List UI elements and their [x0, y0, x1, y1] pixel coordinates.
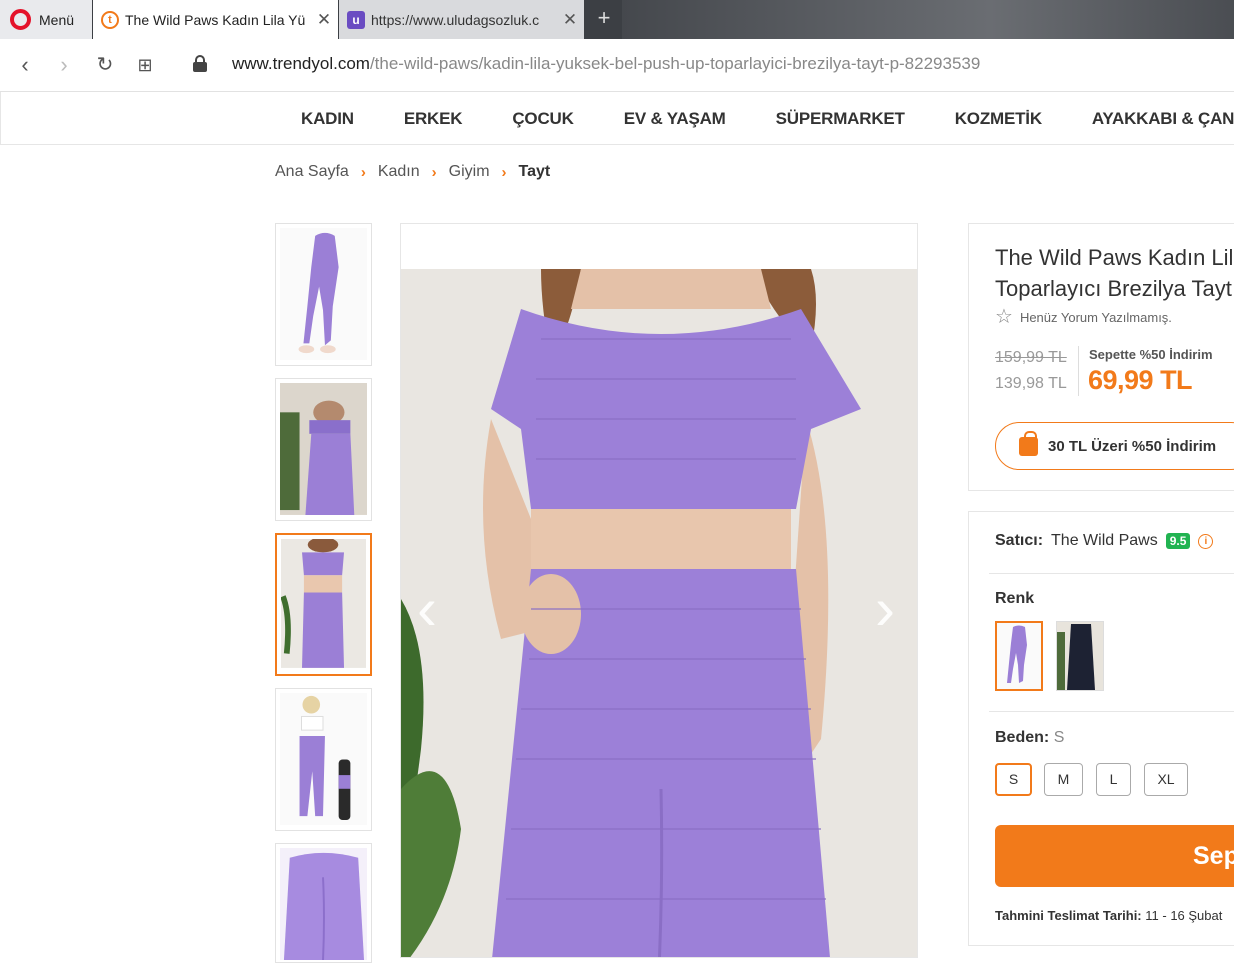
- chevron-right-icon: ›: [360, 163, 366, 181]
- product-thumbnail[interactable]: [275, 843, 372, 963]
- seller-info: Satıcı: The Wild Paws 9.5 i: [995, 532, 1214, 550]
- nav-item-erkek[interactable]: ERKEK: [404, 109, 463, 129]
- seller-score-badge: 9.5: [1165, 533, 1191, 549]
- nav-item-cocuk[interactable]: ÇOCUK: [512, 109, 574, 129]
- breadcrumb-giyim[interactable]: Giyim: [449, 163, 490, 181]
- breadcrumb-kadin[interactable]: Kadın: [378, 163, 420, 181]
- nav-item-supermarket[interactable]: SÜPERMARKET: [776, 109, 905, 129]
- add-to-cart-button[interactable]: Sepete Ekle: [995, 825, 1234, 887]
- previous-price: 139,98 TL: [995, 375, 1067, 392]
- tab-title: https://www.uludagsozluk.c: [371, 11, 540, 28]
- basket-discount-label: Sepette %50 İndirim: [1089, 347, 1213, 362]
- shopping-bag-icon: [1019, 430, 1038, 456]
- close-tab-icon[interactable]: ✕: [556, 10, 584, 30]
- size-option-l[interactable]: L: [1096, 763, 1131, 796]
- divider: [989, 711, 1234, 712]
- url-path: /the-wild-paws/kadin-lila-yuksek-bel-pus…: [369, 54, 981, 73]
- size-label: Beden: S: [995, 729, 1064, 747]
- delivery-date: 11 - 16 Şubat: [1145, 908, 1223, 923]
- color-option-image: [997, 623, 1041, 689]
- previous-image-arrow-icon[interactable]: ‹: [417, 579, 447, 649]
- main-product-image[interactable]: ‹ ›: [400, 223, 918, 958]
- seller-name[interactable]: The Wild Paws: [1051, 532, 1158, 550]
- close-tab-icon[interactable]: ✕: [310, 10, 338, 30]
- product-thumbnail-image: [280, 228, 367, 360]
- nav-item-kozmetik[interactable]: KOZMETİK: [955, 109, 1042, 129]
- divider: [989, 573, 1234, 574]
- color-option-image: [1057, 622, 1103, 690]
- price-divider: [1078, 346, 1079, 396]
- nav-item-kadin[interactable]: KADIN: [301, 109, 354, 129]
- original-price: 159,99 TL: [995, 349, 1067, 366]
- delivery-estimate: Tahmini Teslimat Tarihi: 11 - 16 Şubat: [995, 908, 1222, 923]
- delivery-label: Tahmini Teslimat Tarihi:: [995, 908, 1142, 923]
- color-label: Renk: [995, 590, 1035, 607]
- breadcrumb-tayt[interactable]: Tayt: [519, 163, 551, 181]
- nav-item-ayakkabi-canta[interactable]: AYAKKABI & ÇANTA: [1092, 109, 1234, 129]
- size-selected-value: S: [1053, 729, 1065, 746]
- size-label-text: Beden:: [995, 729, 1050, 746]
- product-thumbnail[interactable]: [275, 378, 372, 521]
- breadcrumb-home[interactable]: Ana Sayfa: [275, 163, 349, 181]
- nav-item-ev-yasam[interactable]: EV & YAŞAM: [624, 109, 726, 129]
- speed-dial-grid-icon[interactable]: ⊞: [131, 51, 159, 79]
- chevron-right-icon: ›: [501, 163, 507, 181]
- size-option-xl[interactable]: XL: [1144, 763, 1188, 796]
- url-field[interactable]: www.trendyol.com/the-wild-paws/kadin-lil…: [232, 54, 980, 74]
- chevron-right-icon: ›: [431, 163, 437, 181]
- final-price: 69,99 TL: [1088, 365, 1193, 395]
- product-thumbnail-image: [281, 539, 366, 668]
- product-thumbnail-image: [280, 693, 367, 825]
- browser-tab-trendyol[interactable]: t The Wild Paws Kadın Lila Yü ✕: [93, 0, 338, 39]
- browser-menu-label: Menü: [39, 11, 75, 28]
- breadcrumb: Ana Sayfa › Kadın › Giyim › Tayt: [275, 163, 550, 181]
- product-thumbnail[interactable]: [275, 223, 372, 366]
- reload-icon[interactable]: ↻: [91, 51, 119, 79]
- url-host: www.trendyol.com: [232, 54, 370, 73]
- size-option-m[interactable]: M: [1044, 763, 1083, 796]
- forward-arrow-icon[interactable]: ›: [50, 51, 78, 79]
- product-thumbnail[interactable]: [275, 688, 372, 831]
- info-icon[interactable]: i: [1198, 533, 1214, 549]
- product-thumbnail-image: [280, 848, 367, 961]
- browser-menu-button[interactable]: Menü: [0, 0, 92, 39]
- tabbar-background: [622, 0, 1234, 39]
- seller-variant-panel: Satıcı: The Wild Paws 9.5 i Renk Beden: …: [968, 511, 1234, 946]
- color-option-lilac[interactable]: [995, 621, 1043, 691]
- product-photo: [401, 269, 917, 957]
- uludagsozluk-favicon-icon: u: [347, 10, 365, 29]
- browser-tabbar: Menü t The Wild Paws Kadın Lila Yü ✕ u h…: [0, 0, 1234, 39]
- tab-title: The Wild Paws Kadın Lila Yü: [125, 11, 306, 28]
- size-option-s[interactable]: S: [995, 763, 1032, 796]
- back-arrow-icon[interactable]: ‹: [11, 51, 39, 79]
- promotion-button[interactable]: 30 TL Üzeri %50 İndirim: [995, 422, 1234, 470]
- rating-text: Henüz Yorum Yazılmamış.: [1019, 309, 1172, 325]
- product-info-panel: The Wild Paws Kadın Lila Yüksek Toparlay…: [968, 223, 1234, 491]
- product-title-line2: Toparlayıcı Brezilya Tayt: [995, 276, 1232, 301]
- promotion-text: 30 TL Üzeri %50 İndirim: [1048, 437, 1217, 455]
- product-title: The Wild Paws Kadın Lila Yüksek Toparlay…: [995, 242, 1234, 304]
- trendyol-favicon-icon: t: [101, 10, 119, 29]
- new-tab-plus-icon[interactable]: +: [592, 7, 616, 31]
- browser-tab-uludagsozluk[interactable]: u https://www.uludagsozluk.c ✕: [339, 0, 584, 39]
- next-image-arrow-icon[interactable]: ›: [875, 579, 905, 649]
- rating-summary[interactable]: ☆ Henüz Yorum Yazılmamış.: [995, 306, 1172, 328]
- site-category-nav: KADIN ERKEK ÇOCUK EV & YAŞAM SÜPERMARKET…: [0, 92, 1234, 145]
- product-thumbnail-image: [280, 383, 367, 515]
- opera-logo-icon: [10, 9, 31, 30]
- color-option-navy[interactable]: [1056, 621, 1104, 691]
- product-thumbnail-selected[interactable]: [275, 533, 372, 676]
- address-bar: ‹ › ↻ ⊞ www.trendyol.com/the-wild-paws/k…: [0, 39, 1234, 92]
- seller-label: Satıcı:: [995, 532, 1044, 549]
- product-title-line1: The Wild Paws Kadın Lila Yüksek: [995, 245, 1234, 270]
- lock-icon[interactable]: [193, 55, 207, 73]
- star-outline-icon: ☆: [995, 306, 1013, 328]
